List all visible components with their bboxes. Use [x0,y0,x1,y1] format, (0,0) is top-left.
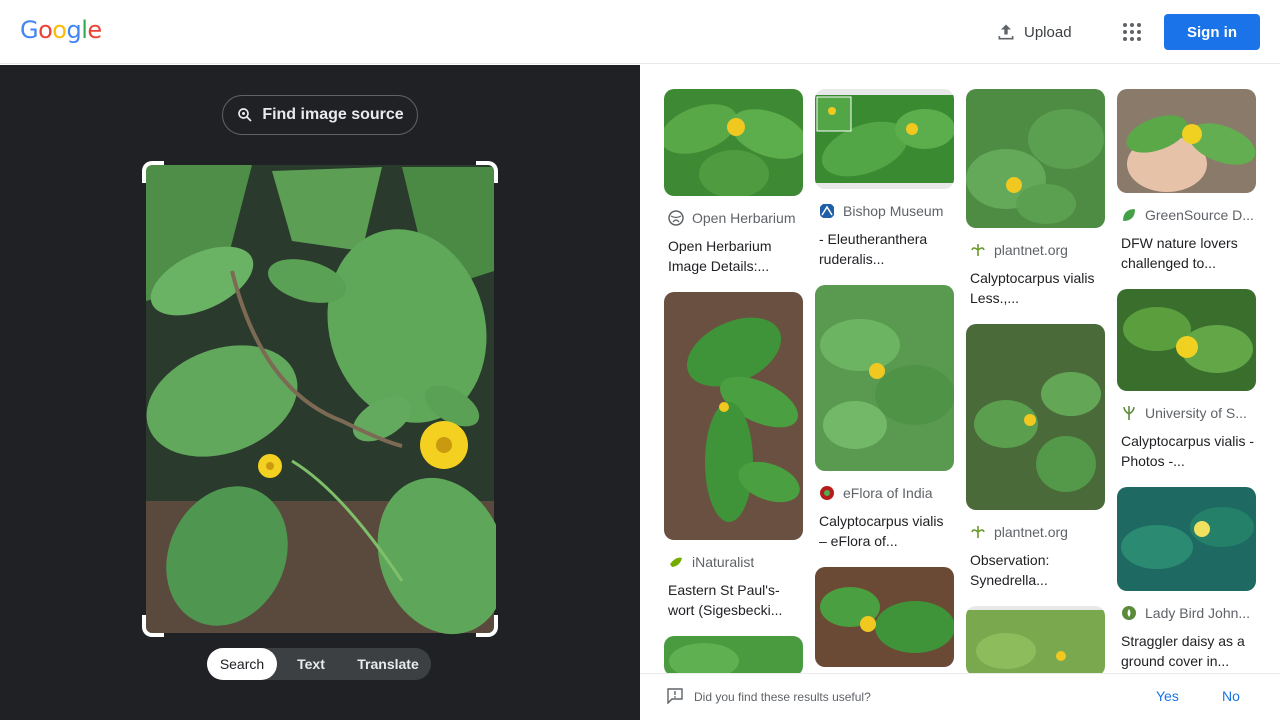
flower-main [420,421,468,469]
result-thumbnail [664,89,803,196]
result-thumbnail [966,324,1105,510]
result-card[interactable]: Open Herbarium Open Herbarium Image Deta… [664,89,804,276]
result-source: GreenSource D... [1117,207,1257,223]
feedback-bar: Did you find these results useful? Yes N… [640,673,1280,720]
apps-grid-icon[interactable] [1116,16,1148,48]
source-name: GreenSource D... [1145,207,1254,223]
top-header: Google Upload Sign in [0,0,1280,64]
result-title[interactable]: Eastern St Paul's-wort (Sigesbecki... [664,580,804,620]
feedback-yes-button[interactable]: Yes [1156,688,1179,704]
lens-image-pane: Find image source Search Text Translate [0,65,640,720]
tab-text[interactable]: Text [277,648,345,680]
source-name: Lady Bird John... [1145,605,1251,621]
eflora-icon [820,486,834,500]
result-thumbnail [1117,89,1256,193]
result-card[interactable] [664,636,804,676]
results-column-2: Bishop Museum - Eleutheranthera ruderali… [815,89,955,683]
find-source-label: Find image source [262,106,404,123]
result-card[interactable]: University of S... Calyptocarpus vialis … [1117,289,1257,471]
upload-icon [998,24,1014,40]
result-thumbnail [664,636,803,676]
source-name: University of S... [1145,405,1247,421]
globe-icon [668,210,684,226]
bishop-museum-icon [820,204,834,218]
result-card[interactable] [966,606,1106,676]
result-card[interactable]: eFlora of India Calyptocarpus vialis – e… [815,285,955,551]
lens-search-icon [238,108,252,122]
logo-letter: e [87,16,102,44]
result-thumbnail [966,606,1105,676]
google-logo[interactable]: Google [20,16,102,44]
result-source: Open Herbarium [664,210,804,226]
result-thumbnail [815,285,954,471]
result-source: eFlora of India [815,485,955,501]
result-thumbnail [664,292,803,540]
tab-search[interactable]: Search [207,648,277,680]
result-source: plantnet.org [966,242,1106,258]
result-source: plantnet.org [966,524,1106,540]
source-name: plantnet.org [994,524,1068,540]
result-card[interactable]: plantnet.org Calyptocarpus vialis Less.,… [966,89,1106,308]
crop-handle-top-right[interactable] [476,161,498,183]
feedback-question: Did you find these results useful? [694,690,871,704]
source-name: iNaturalist [692,554,755,570]
crop-handle-bottom-left[interactable] [142,615,164,637]
result-title[interactable]: DFW nature lovers challenged to... [1117,233,1257,273]
result-source: Bishop Museum [815,203,955,219]
result-title[interactable]: Calyptocarpus vialis - Photos -... [1117,431,1257,471]
logo-letter: o [52,16,67,44]
lady-bird-icon [1122,606,1136,620]
apps-grid-glyph [1123,23,1141,41]
visual-matches-pane: Open Herbarium Open Herbarium Image Deta… [640,65,1280,720]
result-thumbnail [1117,487,1256,591]
plantnet-icon [971,526,985,538]
crop-handle-bottom-right[interactable] [476,615,498,637]
query-plant-image [142,161,498,637]
leaf-icon [1123,209,1135,221]
query-image-crop[interactable] [142,161,498,637]
lens-mode-tabs: Search Text Translate [207,648,431,680]
result-thumbnail [815,567,954,667]
result-card[interactable]: iNaturalist Eastern St Paul's-wort (Sige… [664,292,804,620]
logo-letter: G [20,16,39,44]
result-title[interactable]: - Eleutheranthera ruderalis... [815,229,955,269]
logo-letter: o [38,16,53,44]
result-source: Lady Bird John... [1117,605,1257,621]
results-column-3: plantnet.org Calyptocarpus vialis Less.,… [966,89,1106,692]
result-card[interactable]: plantnet.org Observation: Synedrella... [966,324,1106,590]
upload-label: Upload [1024,23,1072,41]
upload-button[interactable]: Upload [986,14,1082,50]
plantnet-icon [971,244,985,256]
flower-small [258,454,282,478]
feedback-no-button[interactable]: No [1222,688,1240,704]
result-source: iNaturalist [664,554,804,570]
source-name: Open Herbarium [692,210,796,226]
result-card[interactable]: Bishop Museum - Eleutheranthera ruderali… [815,89,955,269]
sign-in-button[interactable]: Sign in [1164,14,1260,50]
find-image-source-button[interactable]: Find image source [222,95,418,135]
source-name: eFlora of India [843,485,933,501]
tab-translate[interactable]: Translate [345,648,431,680]
result-title[interactable]: Calyptocarpus vialis – eFlora of... [815,511,955,551]
source-name: plantnet.org [994,242,1068,258]
result-thumbnail [815,89,954,189]
result-card[interactable]: GreenSource D... DFW nature lovers chall… [1117,89,1257,273]
result-card[interactable]: Lady Bird John... Straggler daisy as a g… [1117,487,1257,671]
source-name: Bishop Museum [843,203,944,219]
inaturalist-leaf-icon [670,557,682,567]
results-column-4: GreenSource D... DFW nature lovers chall… [1117,89,1257,687]
result-title[interactable]: Open Herbarium Image Details:... [664,236,804,276]
result-title[interactable]: Calyptocarpus vialis Less.,... [966,268,1106,308]
university-icon [1123,406,1135,420]
feedback-icon [667,688,683,704]
result-thumbnail [966,89,1105,228]
logo-letter: g [66,16,82,44]
result-title[interactable]: Straggler daisy as a ground cover in... [1117,631,1257,671]
result-source: University of S... [1117,405,1257,421]
result-title[interactable]: Observation: Synedrella... [966,550,1106,590]
crop-handle-top-left[interactable] [142,161,164,183]
results-column-1: Open Herbarium Open Herbarium Image Deta… [664,89,804,692]
result-thumbnail [1117,289,1256,391]
result-card[interactable] [815,567,955,667]
